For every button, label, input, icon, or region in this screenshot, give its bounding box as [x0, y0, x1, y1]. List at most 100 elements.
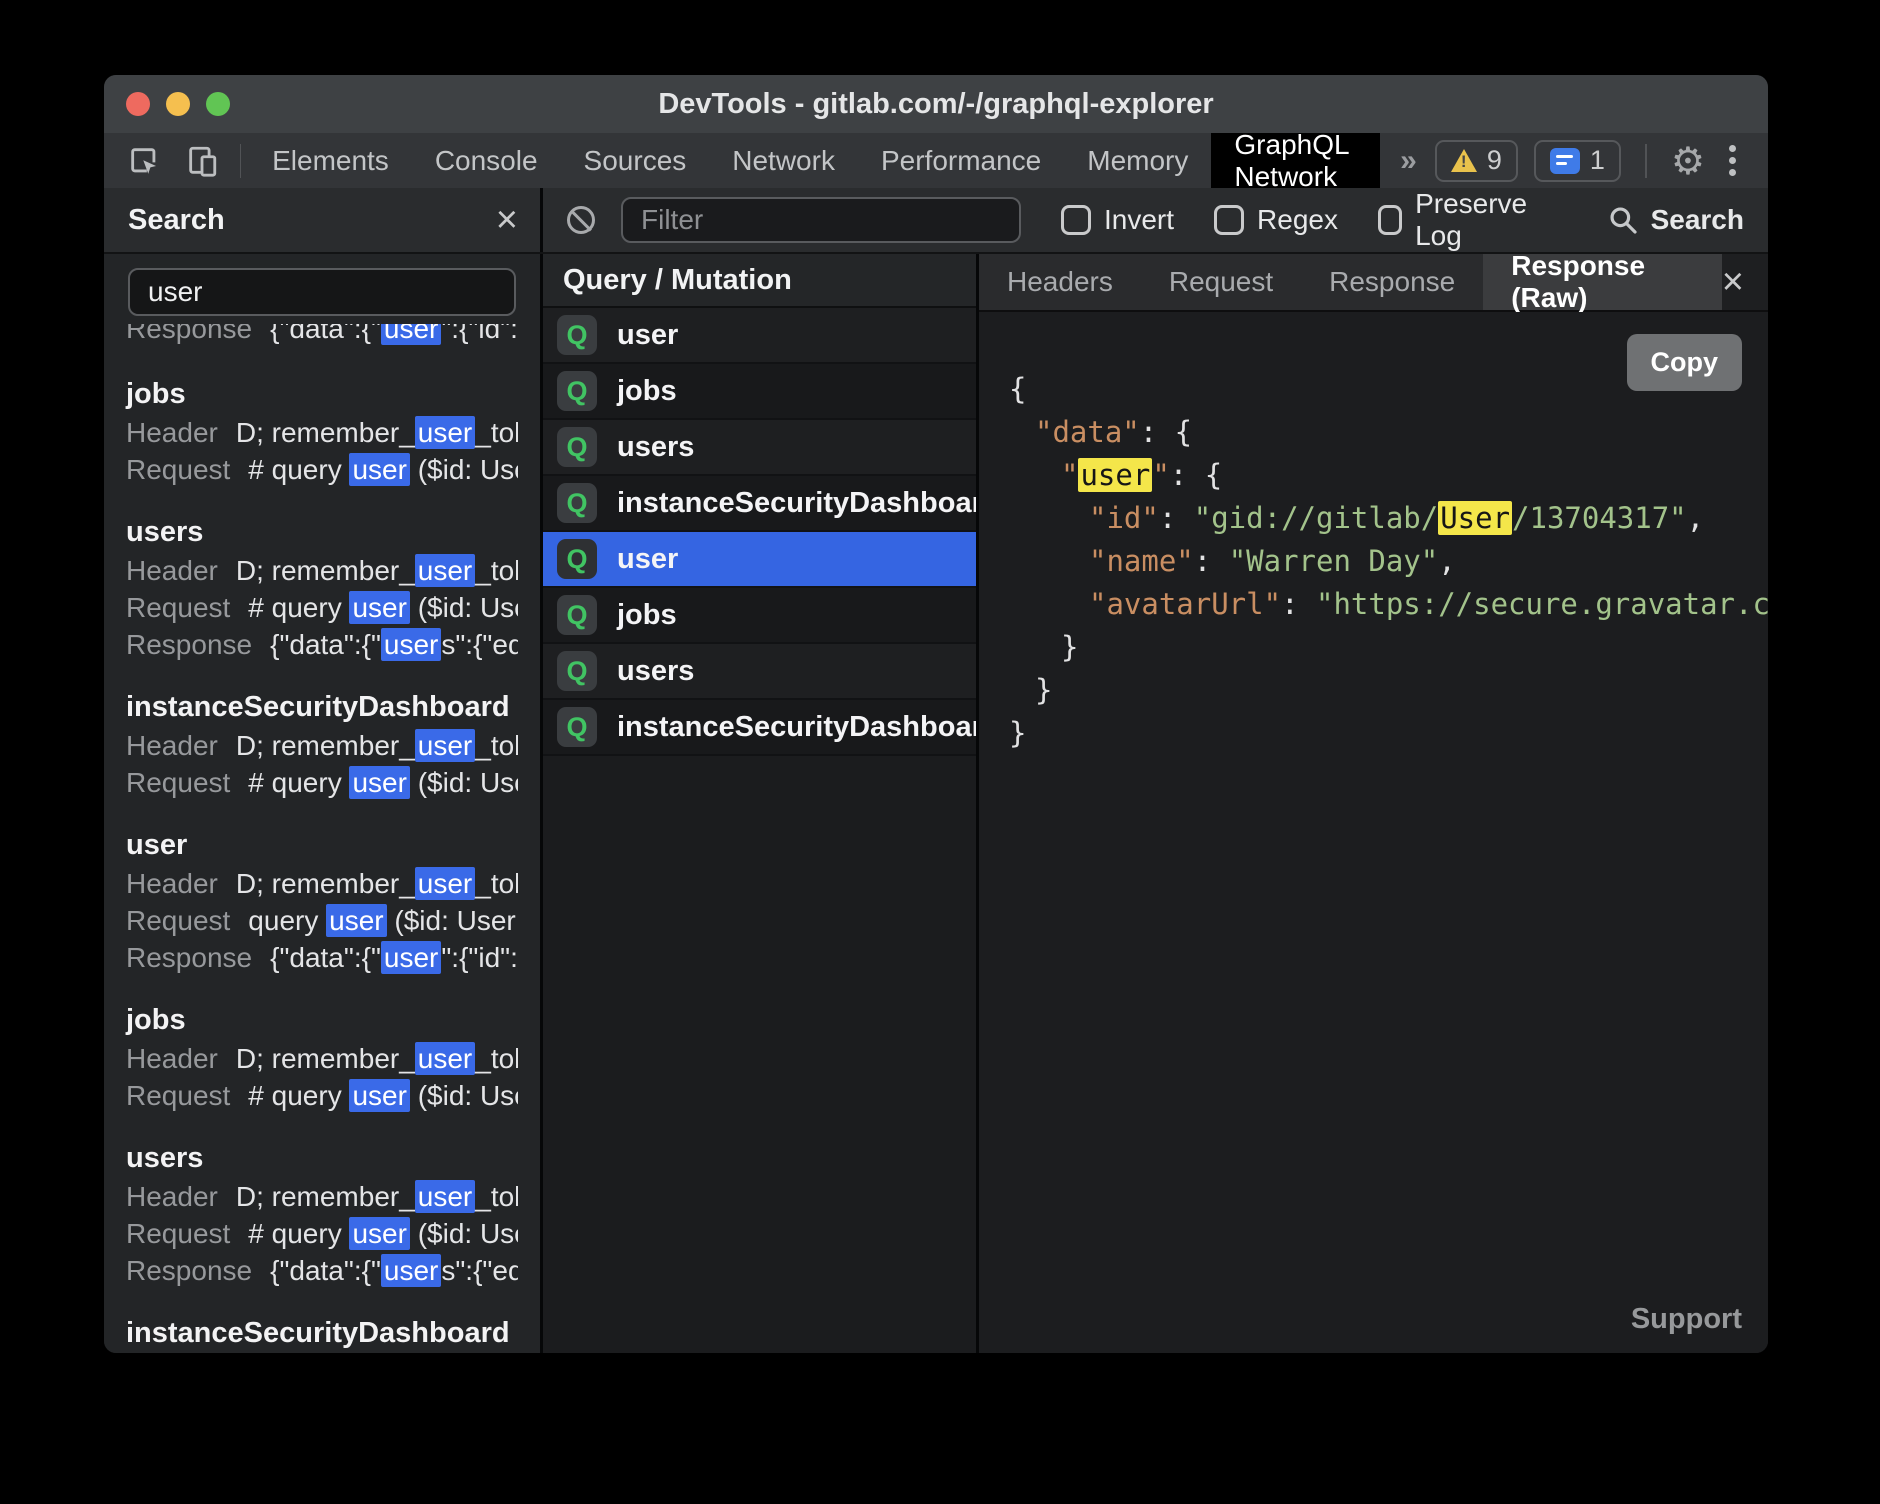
- regex-label: Regex: [1257, 204, 1338, 236]
- query-type-badge: Q: [557, 651, 597, 691]
- search-control[interactable]: Search: [1607, 204, 1744, 236]
- tab-response-raw[interactable]: Response (Raw): [1483, 254, 1722, 310]
- query-list-panel: Query / Mutation Q user Q jobs Q users Q…: [543, 254, 976, 1353]
- tab-sources[interactable]: Sources: [561, 133, 710, 188]
- match-highlight: user: [415, 1180, 475, 1213]
- query-row-instance-security-dashboard[interactable]: Q instanceSecurityDashboard: [543, 476, 976, 532]
- filter-bar: Invert Regex Preserve Log Search: [543, 188, 1768, 252]
- result-group-title: jobs: [126, 1000, 518, 1040]
- settings-gear-icon[interactable]: ⚙: [1671, 142, 1705, 180]
- match-highlight: user: [415, 1042, 475, 1075]
- kebab-menu-icon[interactable]: [1721, 145, 1744, 176]
- window-title: DevTools - gitlab.com/-/graphql-explorer: [658, 88, 1213, 121]
- result-group-title: jobs: [126, 374, 518, 414]
- issues-badge[interactable]: 1: [1534, 140, 1621, 182]
- tab-performance[interactable]: Performance: [858, 133, 1064, 188]
- search-result-group[interactable]: user HeaderD; remember_user_token=e Requ…: [126, 825, 518, 976]
- tab-graphql-network[interactable]: GraphQL Network: [1211, 133, 1380, 188]
- copy-button[interactable]: Copy: [1627, 334, 1743, 391]
- tab-network[interactable]: Network: [709, 133, 858, 188]
- match-highlight: user: [415, 729, 475, 762]
- preserve-log-checkbox-group[interactable]: Preserve Log: [1378, 188, 1541, 252]
- query-row-users[interactable]: Q users: [543, 644, 976, 700]
- match-highlight: user: [415, 416, 475, 449]
- query-row-user-selected[interactable]: Q user: [543, 532, 976, 588]
- result-group-title: user: [126, 825, 518, 865]
- support-link[interactable]: Support: [1631, 1298, 1742, 1341]
- search-result-group[interactable]: users HeaderD; remember_user_token=e Req…: [126, 512, 518, 663]
- query-type-badge: Q: [557, 707, 597, 747]
- search-result-group[interactable]: instanceSecurityDashboard HeaderD; remem…: [126, 687, 518, 801]
- warnings-badge[interactable]: 9: [1435, 140, 1518, 182]
- search-pane-title: Search: [128, 204, 496, 237]
- search-icon: [1607, 204, 1639, 236]
- search-results-panel: Response{"data":{"user":{"id":"gid jobs …: [104, 254, 540, 1353]
- match-highlight: user: [381, 628, 441, 661]
- query-row-jobs[interactable]: Q jobs: [543, 588, 976, 644]
- tab-headers[interactable]: Headers: [979, 254, 1141, 310]
- invert-checkbox[interactable]: [1061, 205, 1091, 235]
- response-tab-bar: Headers Request Response Response (Raw) …: [979, 254, 1768, 312]
- match-highlight: user: [381, 941, 441, 974]
- search-result-group[interactable]: users HeaderD; remember_user_token=e Req…: [126, 1138, 518, 1289]
- match-highlight: user: [381, 1254, 441, 1287]
- inspect-element-icon[interactable]: [124, 141, 164, 181]
- toolbar-divider: [240, 144, 241, 178]
- match-highlight: user: [381, 324, 441, 345]
- close-detail-icon[interactable]: ×: [1722, 263, 1744, 301]
- result-group-title: instanceSecurityDashboard: [126, 1313, 518, 1353]
- search-input[interactable]: [128, 268, 516, 316]
- match-highlight: user: [349, 453, 409, 486]
- search-control-label: Search: [1651, 204, 1744, 236]
- minimize-window-button[interactable]: [166, 92, 190, 116]
- devtools-window: DevTools - gitlab.com/-/graphql-explorer…: [104, 75, 1768, 1353]
- more-tabs-chevron[interactable]: »: [1380, 133, 1435, 188]
- clear-filter-icon[interactable]: [567, 206, 595, 234]
- tab-request[interactable]: Request: [1141, 254, 1301, 310]
- message-count: 1: [1590, 145, 1605, 176]
- invert-label: Invert: [1104, 204, 1174, 236]
- close-window-button[interactable]: [126, 92, 150, 116]
- match-highlight: user: [349, 766, 409, 799]
- tab-memory[interactable]: Memory: [1064, 133, 1211, 188]
- tab-response[interactable]: Response: [1301, 254, 1483, 310]
- warning-icon: [1451, 149, 1477, 172]
- search-result-group[interactable]: instanceSecurityDashboard HeaderD; remem…: [126, 1313, 518, 1353]
- query-type-badge: Q: [557, 595, 597, 635]
- query-type-badge: Q: [557, 427, 597, 467]
- query-row-instance-security-dashboard[interactable]: Q instanceSecurityDashboard: [543, 700, 976, 756]
- search-result-group[interactable]: jobs HeaderD; remember_user_token=e Requ…: [126, 374, 518, 488]
- zoom-window-button[interactable]: [206, 92, 230, 116]
- query-row-jobs[interactable]: Q jobs: [543, 364, 976, 420]
- search-results-list: Response{"data":{"user":{"id":"gid jobs …: [104, 316, 540, 1353]
- tab-elements[interactable]: Elements: [249, 133, 412, 188]
- match-highlight: user: [415, 554, 475, 587]
- regex-checkbox-group[interactable]: Regex: [1214, 204, 1338, 236]
- device-toolbar-icon[interactable]: [182, 141, 222, 181]
- query-type-badge: Q: [557, 483, 597, 523]
- query-type-badge: Q: [557, 315, 597, 355]
- regex-checkbox[interactable]: [1214, 205, 1244, 235]
- close-search-icon[interactable]: ×: [496, 201, 518, 239]
- tab-console[interactable]: Console: [412, 133, 561, 188]
- preserve-log-label: Preserve Log: [1415, 188, 1541, 252]
- search-pane-header: Search ×: [104, 188, 540, 252]
- traffic-lights: [126, 92, 230, 116]
- query-list-header: Query / Mutation: [543, 254, 976, 308]
- match-highlight: user: [326, 904, 386, 937]
- query-row-users[interactable]: Q users: [543, 420, 976, 476]
- query-type-badge: Q: [557, 539, 597, 579]
- devtools-toolbar: Elements Console Sources Network Perform…: [104, 133, 1768, 188]
- raw-match-highlight: user: [1078, 458, 1152, 492]
- search-result-group[interactable]: jobs HeaderD; remember_user_token=e Requ…: [126, 1000, 518, 1114]
- raw-response-viewer: Copy { "data": { "user": { "id": "gid://…: [979, 312, 1768, 1353]
- query-type-badge: Q: [557, 371, 597, 411]
- preserve-log-checkbox[interactable]: [1378, 205, 1402, 235]
- invert-checkbox-group[interactable]: Invert: [1061, 204, 1174, 236]
- search-result-partial[interactable]: Response{"data":{"user":{"id":"gid: [126, 324, 518, 350]
- filter-input[interactable]: [621, 197, 1021, 243]
- query-row-user[interactable]: Q user: [543, 308, 976, 364]
- raw-match-highlight: User: [1438, 501, 1512, 535]
- match-highlight: user: [349, 1217, 409, 1250]
- match-highlight: user: [415, 867, 475, 900]
